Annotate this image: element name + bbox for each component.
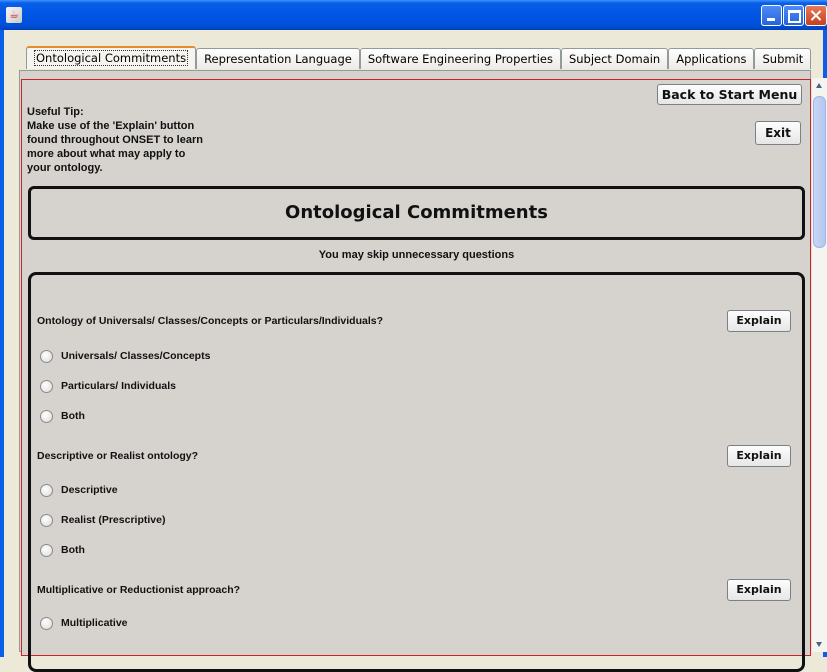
tab-ontological-commitments[interactable]: Ontological Commitments <box>26 46 197 69</box>
tip-line: Make use of the 'Explain' button <box>27 120 195 132</box>
radio-option[interactable]: Particulars/ Individuals <box>40 378 176 394</box>
back-to-start-menu-button[interactable]: Back to Start Menu <box>657 84 802 105</box>
option-label: Descriptive <box>61 484 118 496</box>
option-label: Both <box>61 544 85 556</box>
java-cup-icon: ☕ <box>6 7 22 23</box>
tip-line: more about what may apply to <box>27 148 186 160</box>
radio-option[interactable]: Descriptive <box>40 482 118 498</box>
radio-button[interactable] <box>40 543 53 557</box>
useful-tip: Useful Tip: Make use of the 'Explain' bu… <box>27 105 227 175</box>
tab-label: Representation Language <box>204 52 352 66</box>
tab-label: Submit <box>762 52 804 66</box>
explain-button-3[interactable]: Explain <box>727 579 791 601</box>
section-title-box: Ontological Commitments <box>28 186 805 240</box>
maximize-button[interactable] <box>783 5 804 26</box>
radio-option[interactable]: Both <box>40 542 85 558</box>
radio-option[interactable]: Realist (Prescriptive) <box>40 512 165 528</box>
scroll-up-arrow-icon[interactable] <box>812 78 827 93</box>
section-subtitle: You may skip unnecessary questions <box>318 249 515 261</box>
radio-button[interactable] <box>40 349 53 363</box>
tab-bar: Ontological Commitments Representation L… <box>26 46 812 70</box>
option-label: Multiplicative <box>61 617 128 629</box>
radio-button[interactable] <box>40 483 53 497</box>
explain-button-2[interactable]: Explain <box>727 445 791 467</box>
tab-label: Ontological Commitments <box>34 50 189 66</box>
title-bar: ☕ <box>0 0 827 30</box>
scroll-down-arrow-icon[interactable] <box>812 637 827 652</box>
explain-button-1[interactable]: Explain <box>727 310 791 332</box>
question-1-text: Ontology of Universals/ Classes/Concepts… <box>37 315 384 327</box>
option-label: Particulars/ Individuals <box>61 380 176 392</box>
close-button[interactable] <box>805 5 827 26</box>
vertical-scrollbar[interactable] <box>811 78 827 652</box>
radio-button[interactable] <box>40 513 53 527</box>
question-2-text: Descriptive or Realist ontology? <box>37 450 199 462</box>
radio-button[interactable] <box>40 379 53 393</box>
radio-button[interactable] <box>40 409 53 423</box>
tip-heading: Useful Tip: <box>27 106 84 118</box>
option-label: Both <box>61 410 85 422</box>
scrollbar-thumb[interactable] <box>813 96 826 248</box>
tab-software-engineering-properties[interactable]: Software Engineering Properties <box>359 48 561 69</box>
tip-line: found throughout ONSET to learn <box>27 134 203 146</box>
questions-box <box>28 272 805 672</box>
tab-applications[interactable]: Applications <box>668 48 755 69</box>
radio-button[interactable] <box>40 616 53 630</box>
tab-representation-language[interactable]: Representation Language <box>196 48 360 69</box>
tab-label: Subject Domain <box>568 52 661 66</box>
question-3-text: Multiplicative or Reductionist approach? <box>37 584 241 596</box>
radio-option[interactable]: Universals/ Classes/Concepts <box>40 348 210 364</box>
tab-submit[interactable]: Submit <box>754 48 812 69</box>
radio-option[interactable]: Multiplicative <box>40 615 128 631</box>
radio-option[interactable]: Both <box>40 408 85 424</box>
minimize-button[interactable] <box>761 5 782 26</box>
exit-button[interactable]: Exit <box>755 121 801 145</box>
section-title: Ontological Commitments <box>285 202 548 223</box>
option-label: Realist (Prescriptive) <box>61 514 166 526</box>
tip-line: your ontology. <box>27 162 103 174</box>
tab-label: Software Engineering Properties <box>367 52 553 66</box>
tab-label: Applications <box>676 52 747 66</box>
option-label: Universals/ Classes/Concepts <box>61 350 211 362</box>
tab-subject-domain[interactable]: Subject Domain <box>560 48 669 69</box>
